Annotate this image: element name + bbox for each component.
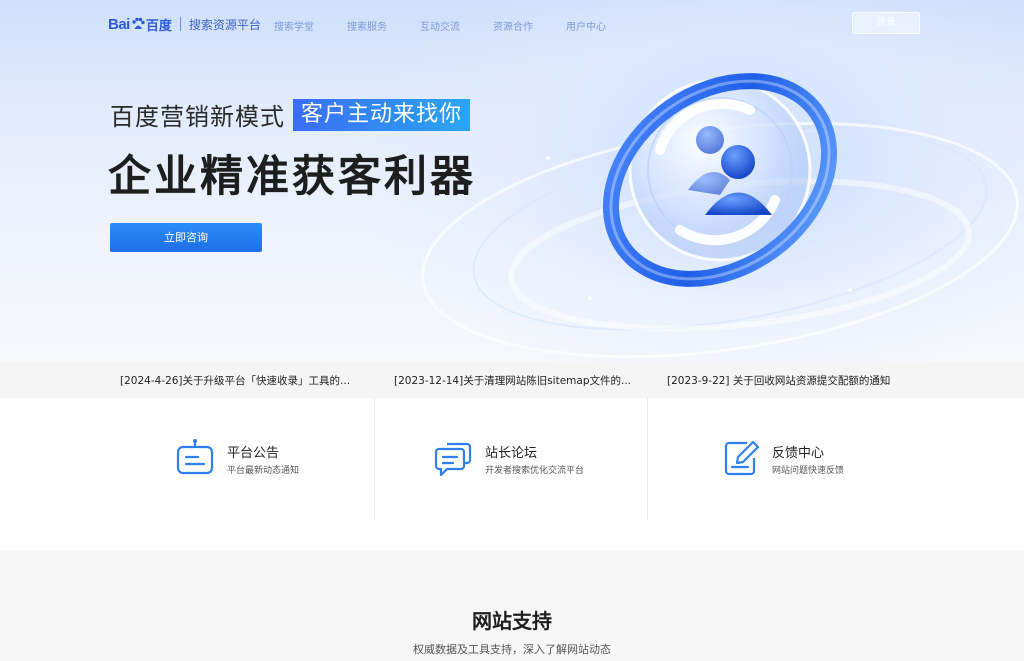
- notice-item[interactable]: [2023-9-22] 关于回收网站资源提交配额的通知: [667, 373, 890, 388]
- chat-bubbles-icon: [434, 442, 472, 477]
- nav-link-user-center[interactable]: 用户中心: [566, 18, 606, 33]
- baidu-logo[interactable]: Bai 百度 搜索资源平台: [108, 14, 261, 34]
- notice-item[interactable]: [2024-4-26]关于升级平台「快速收录」工具的...: [120, 373, 350, 388]
- feature-desc: 网站问题快速反馈: [772, 466, 845, 476]
- logo-latin: Bai: [108, 16, 146, 33]
- notice-item[interactable]: [2023-12-14]关于清理网站陈旧sitemap文件的...: [394, 373, 631, 388]
- hero-title: 企业精准获客利器: [108, 152, 476, 202]
- logo-divider: [179, 17, 181, 31]
- feature-card-feedback[interactable]: 反馈中心 网站问题快速反馈: [648, 398, 1024, 520]
- notice-bar: [2024-4-26]关于升级平台「快速收录」工具的... [2023-12-1…: [0, 362, 1024, 398]
- platform-name: 搜索资源平台: [188, 17, 261, 32]
- feature-card-forum[interactable]: 站长论坛 开发者搜索优化交流平台: [375, 398, 647, 520]
- feature-desc: 平台最新动态通知: [227, 466, 300, 476]
- hero-illustration: [421, 73, 1019, 359]
- feature-title: 平台公告: [227, 446, 280, 461]
- login-button[interactable]: 登录: [852, 12, 920, 34]
- edit-feedback-icon: [724, 440, 760, 476]
- hero-tagline-text: 百度营销新模式: [110, 103, 285, 131]
- nav-link-interaction[interactable]: 互动交流: [420, 18, 460, 33]
- nav-link-search-academy[interactable]: 搜索学堂: [274, 18, 314, 33]
- feature-title: 反馈中心: [772, 446, 825, 461]
- feature-title: 站长论坛: [485, 446, 538, 461]
- consult-button[interactable]: 立即咨询: [110, 223, 262, 252]
- support-title: 网站支持: [472, 609, 552, 633]
- website-support-section: 网站支持 权威数据及工具支持，深入了解网站动态: [0, 550, 1024, 661]
- feature-cards: 平台公告 平台最新动态通知 站长论坛 开发者搜索优化交流平台 反馈中心 网站问题…: [0, 398, 1024, 550]
- feature-desc: 开发者搜索优化交流平台: [485, 466, 585, 476]
- paw-icon: [132, 17, 145, 29]
- announcement-icon: [176, 439, 214, 475]
- support-subtitle: 权威数据及工具支持，深入了解网站动态: [413, 643, 611, 656]
- hero-highlight: 客户主动来找你: [293, 98, 471, 131]
- nav-link-cooperation[interactable]: 资源合作: [493, 18, 533, 33]
- nav-links: 搜索学堂 搜索服务 互动交流 资源合作 用户中心: [274, 18, 639, 33]
- hero-tagline: 百度营销新模式 客户主动来找你: [110, 97, 471, 132]
- nav-link-search-service[interactable]: 搜索服务: [347, 18, 387, 33]
- feature-card-announcement[interactable]: 平台公告 平台最新动态通知: [0, 398, 374, 520]
- logo-cn: 百度: [145, 18, 172, 34]
- top-nav: Bai 百度 搜索资源平台 搜索学堂 搜索服务 互动交流 资源合作 用户中心 登…: [0, 0, 1024, 48]
